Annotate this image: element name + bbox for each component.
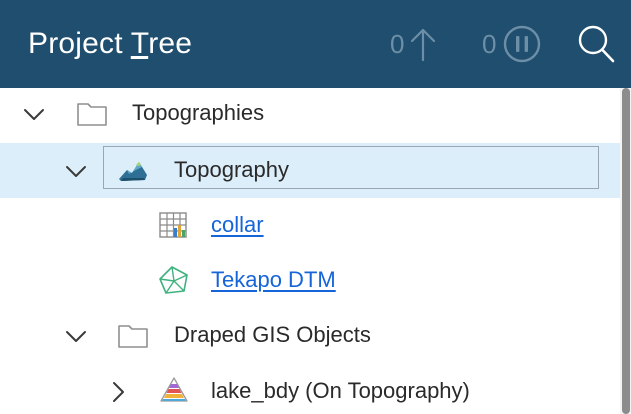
draped-gis-icon bbox=[160, 377, 188, 402]
folder-icon bbox=[118, 325, 148, 348]
title-accelerator: T bbox=[130, 27, 149, 60]
tree-item-lake-bdy[interactable]: lake_bdy (On Topography) bbox=[0, 363, 620, 414]
project-tree-panel: Project Tree 0 0 Topographies Topography… bbox=[0, 0, 631, 414]
chevron-down-icon[interactable] bbox=[64, 159, 88, 183]
tree-item-label: lake_bdy (On Topography) bbox=[211, 378, 470, 403]
chevron-down-icon[interactable] bbox=[64, 324, 88, 348]
arrow-up-icon bbox=[411, 28, 436, 62]
chevron-down-icon[interactable] bbox=[22, 102, 46, 126]
upload-count: 0 bbox=[390, 29, 405, 59]
folder-icon bbox=[77, 103, 107, 126]
project-tree: Topographies Topography collar Tekapo DT… bbox=[0, 88, 620, 414]
pause-control[interactable]: 0 bbox=[482, 22, 542, 66]
chevron-right-icon[interactable] bbox=[106, 380, 130, 404]
topography-surface-icon bbox=[119, 162, 147, 181]
tekapo-dtm-link[interactable]: Tekapo DTM bbox=[211, 266, 336, 294]
table-grid-icon bbox=[159, 212, 187, 238]
search-icon bbox=[578, 25, 615, 63]
collar-link[interactable]: collar bbox=[211, 211, 264, 239]
tree-item-label: Draped GIS Objects bbox=[174, 322, 371, 347]
title-rest: ree bbox=[148, 27, 193, 60]
tree-item-label: Topographies bbox=[132, 100, 265, 125]
tree-item-collar[interactable]: collar bbox=[0, 198, 620, 253]
tree-item-tekapo-dtm[interactable]: Tekapo DTM bbox=[0, 253, 620, 308]
scrollbar-thumb[interactable] bbox=[622, 88, 630, 414]
tree-item-label: Topography bbox=[174, 157, 289, 182]
project-tree-header: Project Tree 0 0 bbox=[0, 0, 631, 88]
tree-item-topographies[interactable]: Topographies bbox=[0, 88, 620, 143]
pause-icon bbox=[504, 25, 541, 63]
vertical-scrollbar[interactable] bbox=[620, 88, 631, 414]
panel-title: Project Tree bbox=[28, 26, 192, 62]
title-prefix: Project bbox=[28, 27, 131, 60]
upload-control[interactable]: 0 bbox=[390, 22, 436, 66]
pause-count: 0 bbox=[482, 29, 497, 59]
mesh-icon bbox=[159, 266, 188, 294]
tree-item-draped-gis-objects[interactable]: Draped GIS Objects bbox=[0, 308, 620, 363]
search-button[interactable] bbox=[576, 22, 616, 66]
tree-item-topography[interactable]: Topography bbox=[0, 143, 620, 198]
